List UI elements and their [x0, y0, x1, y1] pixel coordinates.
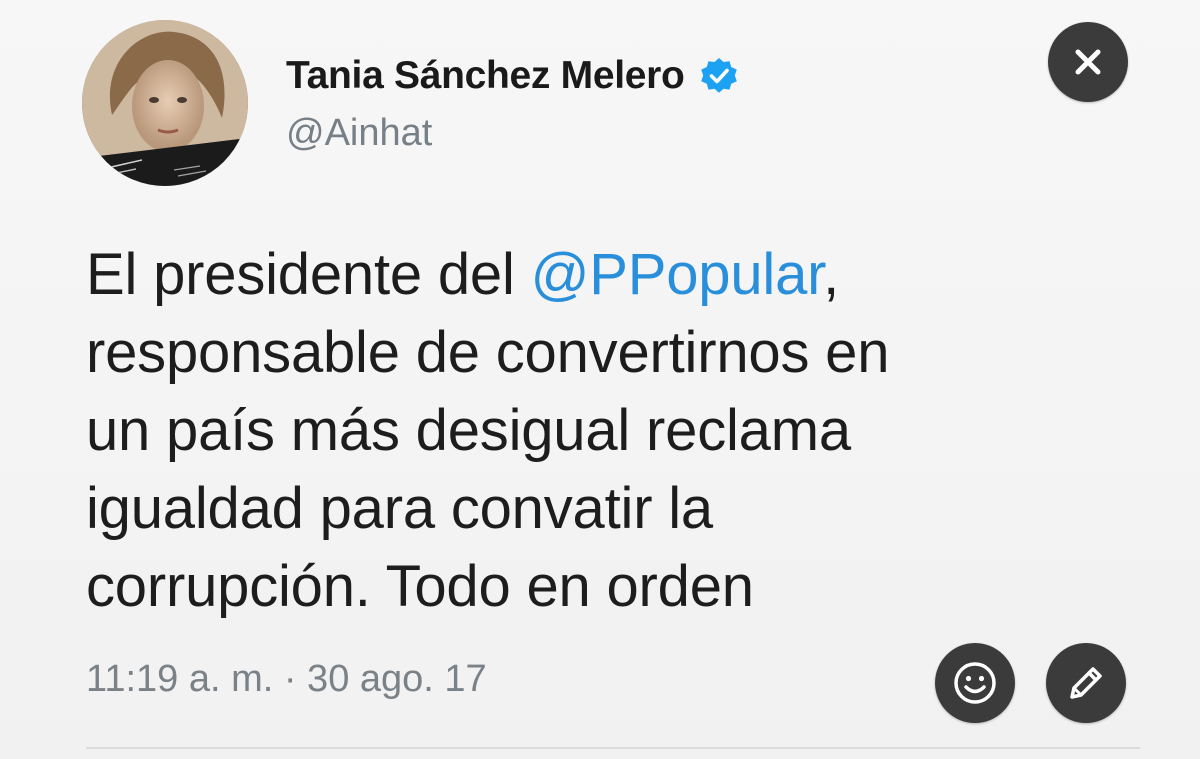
- tweet-line-1: El presidente del @PPopular,: [86, 236, 1126, 314]
- tweet-line-2: responsable de convertirnos en: [86, 320, 890, 385]
- tweet-line-5: corrupción. Todo en orden: [86, 554, 754, 619]
- tweet-text-segment: ,: [823, 242, 839, 307]
- tweet-text-segment: El presidente del: [86, 242, 531, 307]
- pencil-icon: [1070, 667, 1102, 699]
- close-icon: [1075, 49, 1101, 75]
- avatar[interactable]: [82, 20, 248, 186]
- tweet-line-4: igualdad para convatir la: [86, 476, 713, 541]
- avatar-photo: [82, 20, 248, 186]
- smiley-icon: [954, 662, 996, 704]
- tweet-text: El presidente del @PPopular, responsable…: [86, 236, 1126, 626]
- emoji-button[interactable]: [935, 643, 1015, 723]
- tweet-line-3: un país más desigual reclama: [86, 398, 851, 463]
- mention-link[interactable]: @PPopular: [531, 242, 824, 307]
- edit-button[interactable]: [1046, 643, 1126, 723]
- tweet-screen: Tania Sánchez Melero @Ainhat El presiden…: [0, 0, 1200, 759]
- close-button[interactable]: [1048, 22, 1128, 102]
- user-handle[interactable]: @Ainhat: [286, 112, 432, 155]
- verified-badge-icon: [699, 56, 739, 96]
- display-name[interactable]: Tania Sánchez Melero: [286, 54, 685, 98]
- divider: [86, 747, 1140, 749]
- tweet-timestamp[interactable]: 11:19 a. m. · 30 ago. 17: [86, 658, 487, 701]
- display-name-row: Tania Sánchez Melero: [286, 48, 739, 104]
